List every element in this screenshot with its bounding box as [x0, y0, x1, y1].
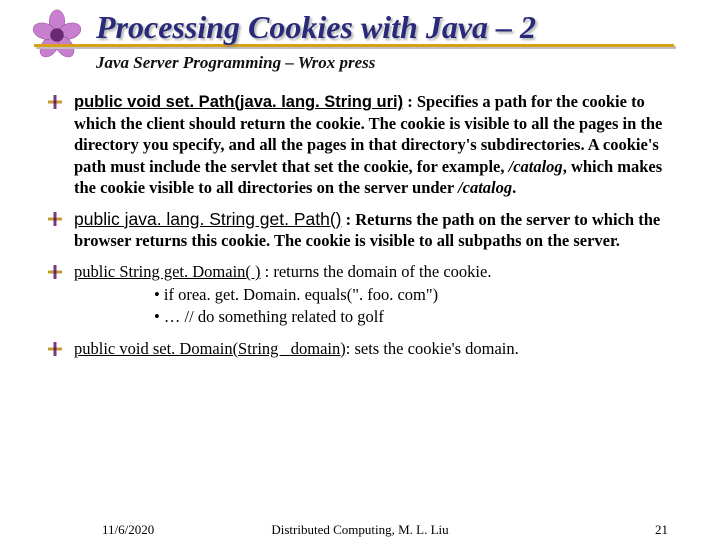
list-item: public java. lang. String get. Path() : … [48, 208, 686, 252]
description-text: : returns the domain of the cookie. [261, 262, 492, 281]
list-item: public void set. Domain(String _domain):… [48, 338, 686, 359]
bullet-icon [48, 212, 62, 226]
footer-center: Distributed Computing, M. L. Liu [0, 522, 720, 538]
sub-list-item: if orea. get. Domain. equals(". foo. com… [154, 284, 686, 305]
header: Processing Cookies with Java – 2 Java Se… [0, 0, 720, 73]
list-item: public String get. Domain( ) : returns t… [48, 261, 686, 327]
method-signature: public java. lang. String get. Path() [74, 209, 342, 229]
sub-list: if orea. get. Domain. equals(". foo. com… [74, 284, 686, 327]
flower-icon [28, 6, 86, 64]
sub-list-item: … // do something related to golf [154, 306, 686, 327]
slide: Processing Cookies with Java – 2 Java Se… [0, 0, 720, 540]
bullet-icon [48, 265, 62, 279]
page-title: Processing Cookies with Java – 2 [96, 10, 720, 45]
page-subtitle: Java Server Programming – Wrox press [96, 53, 720, 73]
footer-page-number: 21 [655, 522, 668, 538]
description-text: : sets the cookie's domain. [346, 339, 519, 358]
bullet-icon [48, 342, 62, 356]
list-item: public void set. Path(java. lang. String… [48, 91, 686, 198]
method-signature: public String get. Domain( ) [74, 262, 261, 281]
method-signature: public void set. Path(java. lang. String… [74, 93, 403, 111]
bullet-icon [48, 95, 62, 109]
method-signature: public void set. Domain(String _domain) [74, 339, 346, 358]
content-area: public void set. Path(java. lang. String… [48, 91, 686, 358]
bullet-list: public void set. Path(java. lang. String… [48, 91, 686, 358]
